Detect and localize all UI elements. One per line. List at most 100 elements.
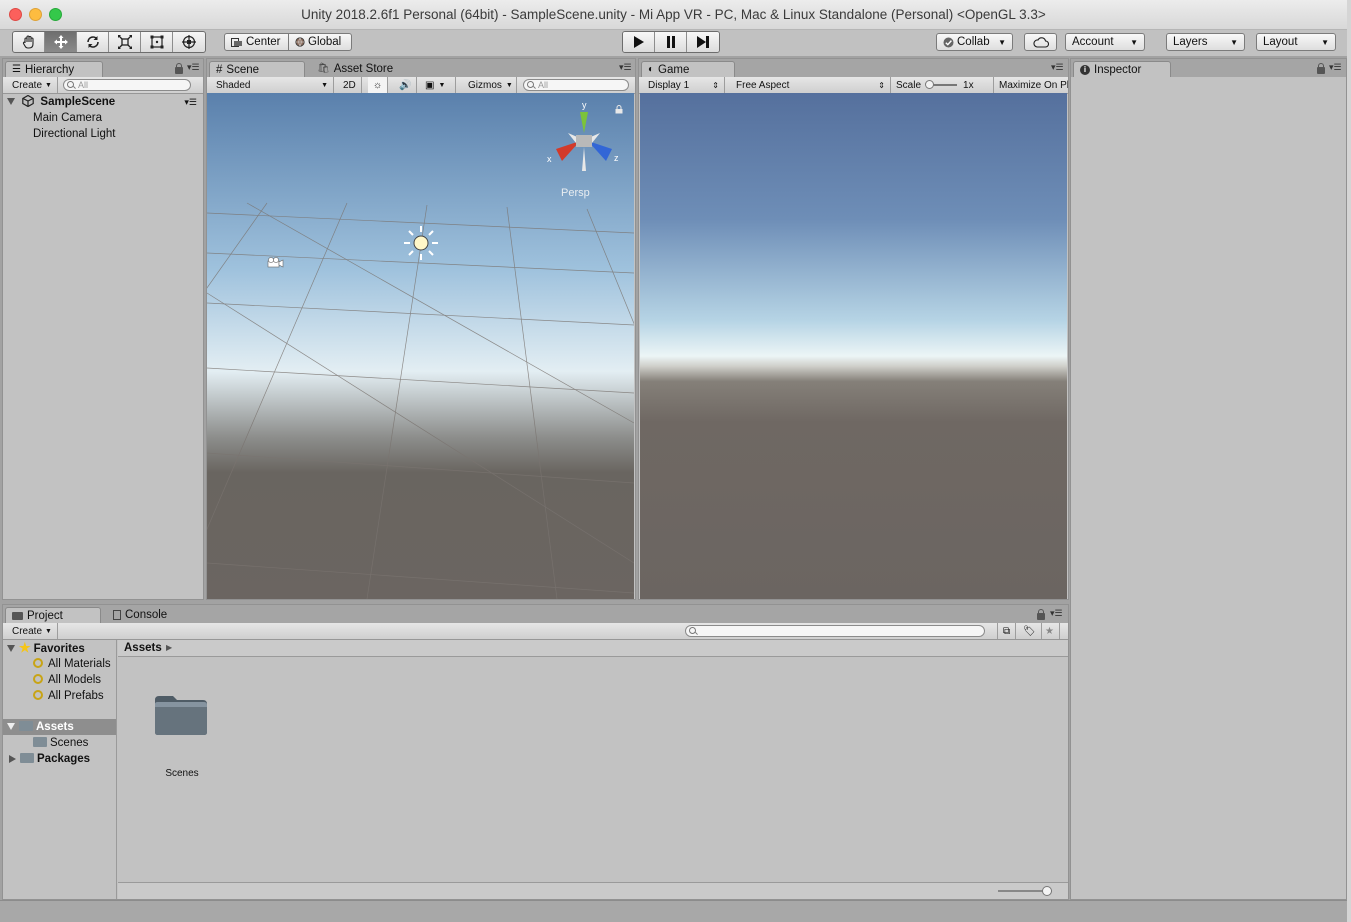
rect-tool-button[interactable]: [141, 32, 173, 52]
create-label: Create: [12, 79, 43, 91]
panel-menu-icon[interactable]: ▾☰: [1051, 62, 1064, 73]
move-tool-button[interactable]: [45, 32, 77, 52]
lock-icon[interactable]: [1317, 63, 1325, 74]
maximize-on-play-toggle[interactable]: Maximize On Pl: [993, 77, 1068, 93]
pivot-global-button[interactable]: Global: [288, 33, 352, 51]
aspect-dropdown[interactable]: Free Aspect ⇕: [731, 77, 891, 93]
layers-label: Layers: [1173, 36, 1208, 48]
layout-dropdown[interactable]: Layout ▼: [1256, 33, 1336, 51]
expand-triangle-icon[interactable]: [7, 645, 15, 653]
tab-console[interactable]: Console: [107, 607, 175, 623]
tab-inspector[interactable]: i Inspector: [1073, 61, 1171, 77]
scene-gizmo[interactable]: y x z: [544, 99, 624, 179]
layers-dropdown[interactable]: Layers ▼: [1166, 33, 1245, 51]
panel-menu-icon[interactable]: ▾☰: [1329, 62, 1342, 73]
axis-z-label: z: [614, 153, 619, 163]
lock-icon[interactable]: [175, 63, 183, 74]
rotate-tool-button[interactable]: [77, 32, 109, 52]
lock-icon[interactable]: [1037, 609, 1045, 620]
transform-tool-button[interactable]: [173, 32, 205, 52]
hierarchy-item-main-camera[interactable]: Main Camera: [33, 110, 102, 126]
combined-transform-icon: [182, 35, 196, 49]
favorite-item-all-models[interactable]: All Models: [33, 672, 101, 688]
assets-folder-row[interactable]: Assets: [3, 719, 116, 735]
inspector-tabstrip: i Inspector ▾☰: [1071, 59, 1346, 77]
tab-hierarchy[interactable]: ☰ Hierarchy: [5, 61, 103, 77]
inspector-panel: i Inspector ▾☰: [1070, 58, 1347, 900]
project-search-input[interactable]: [685, 625, 985, 637]
toggle-2d-button[interactable]: 2D: [338, 77, 362, 93]
hierarchy-tabstrip: ☰ Hierarchy ▾☰: [3, 59, 203, 77]
account-dropdown[interactable]: Account ▼: [1065, 33, 1145, 51]
favorite-label: All Models: [48, 674, 102, 686]
cloud-services-button[interactable]: [1024, 33, 1057, 51]
playback-controls: [622, 31, 720, 53]
collab-label: Collab: [957, 36, 990, 48]
directional-light-icon[interactable]: [402, 224, 440, 262]
play-button[interactable]: [623, 32, 655, 52]
shading-mode-dropdown[interactable]: Shaded ▼: [211, 77, 334, 93]
pause-button[interactable]: [655, 32, 687, 52]
expand-triangle-icon[interactable]: [7, 98, 15, 106]
tab-scene[interactable]: # Scene: [209, 61, 305, 77]
hierarchy-search-input[interactable]: All: [63, 79, 191, 91]
scale-tool-button[interactable]: [109, 32, 141, 52]
save-search-button[interactable]: ★: [1040, 623, 1060, 639]
breadcrumb-arrow-icon: ▶: [166, 643, 173, 652]
scene-root-row[interactable]: SampleScene ▾☰: [3, 94, 203, 110]
assets-child-scenes[interactable]: Scenes: [33, 735, 88, 751]
search-by-label-button[interactable]: 🏷: [1018, 623, 1042, 639]
scene-menu-icon[interactable]: ▾☰: [184, 94, 197, 110]
step-button[interactable]: [687, 32, 719, 52]
asset-label: Scenes: [165, 768, 199, 779]
scene-lighting-toggle[interactable]: ☼: [368, 77, 389, 93]
speaker-icon: 🔊: [399, 79, 412, 91]
project-create-button[interactable]: Create ▼: [7, 623, 58, 639]
mode-2d-label: 2D: [343, 79, 356, 91]
hand-tool-button[interactable]: [13, 32, 45, 52]
display-dropdown[interactable]: Display 1 ⇕: [643, 77, 725, 93]
favorites-label: Favorites: [33, 643, 85, 655]
cloud-icon: [1032, 36, 1049, 48]
tab-project[interactable]: Project: [5, 607, 101, 623]
status-bar: [0, 900, 1347, 922]
tab-asset-store[interactable]: 🛍 Asset Store: [311, 61, 401, 77]
collab-dropdown[interactable]: Collab ▼: [936, 33, 1013, 51]
saved-search-icon: [33, 657, 43, 668]
scene-audio-toggle[interactable]: 🔊: [394, 77, 418, 93]
scene-lock-icon[interactable]: [615, 105, 623, 114]
console-tab-label: Console: [125, 609, 168, 621]
search-icon: [67, 81, 74, 88]
scene-effects-dropdown[interactable]: ▣ ▼: [420, 77, 456, 93]
scale-icon: [117, 35, 132, 49]
breadcrumb-assets[interactable]: Assets: [124, 642, 162, 654]
favorites-row[interactable]: ★ Favorites: [3, 640, 116, 656]
favorite-item-all-materials[interactable]: All Materials: [33, 656, 111, 672]
packages-folder-row[interactable]: Packages: [3, 751, 116, 767]
pivot-center-button[interactable]: Center: [224, 33, 289, 51]
hierarchy-item-directional-light[interactable]: Directional Light: [33, 126, 115, 142]
panel-menu-icon[interactable]: ▾☰: [619, 62, 632, 73]
checkmark-icon: [943, 37, 954, 47]
camera-icon[interactable]: [266, 256, 284, 269]
gizmos-dropdown[interactable]: Gizmos ▼: [463, 77, 517, 93]
hierarchy-create-button[interactable]: Create ▼: [7, 77, 58, 93]
tab-game[interactable]: ◐ Game: [641, 61, 735, 77]
favorite-item-all-prefabs[interactable]: All Prefabs: [33, 688, 104, 704]
project-tabstrip: Project Console ▾☰: [3, 605, 1068, 623]
scene-search-input[interactable]: All: [523, 79, 629, 91]
game-viewport[interactable]: [640, 93, 1067, 599]
icon-size-thumb[interactable]: [1042, 886, 1052, 896]
scene-viewport[interactable]: y x z Persp: [207, 93, 634, 599]
asset-item-scenes[interactable]: Scenes: [142, 684, 222, 784]
scale-track[interactable]: [925, 80, 958, 89]
maximize-label: Maximize On Pl: [999, 79, 1068, 91]
scale-value: 1x: [963, 79, 974, 91]
panel-menu-icon[interactable]: ▾☰: [187, 62, 200, 73]
scale-thumb[interactable]: [925, 80, 935, 89]
expand-triangle-icon[interactable]: [7, 723, 15, 731]
collapsed-triangle-icon[interactable]: [9, 754, 16, 763]
scale-slider[interactable]: Scale 1x: [891, 77, 993, 93]
panel-menu-icon[interactable]: ▾☰: [1050, 608, 1063, 619]
search-by-type-button[interactable]: ⧉: [997, 623, 1017, 639]
